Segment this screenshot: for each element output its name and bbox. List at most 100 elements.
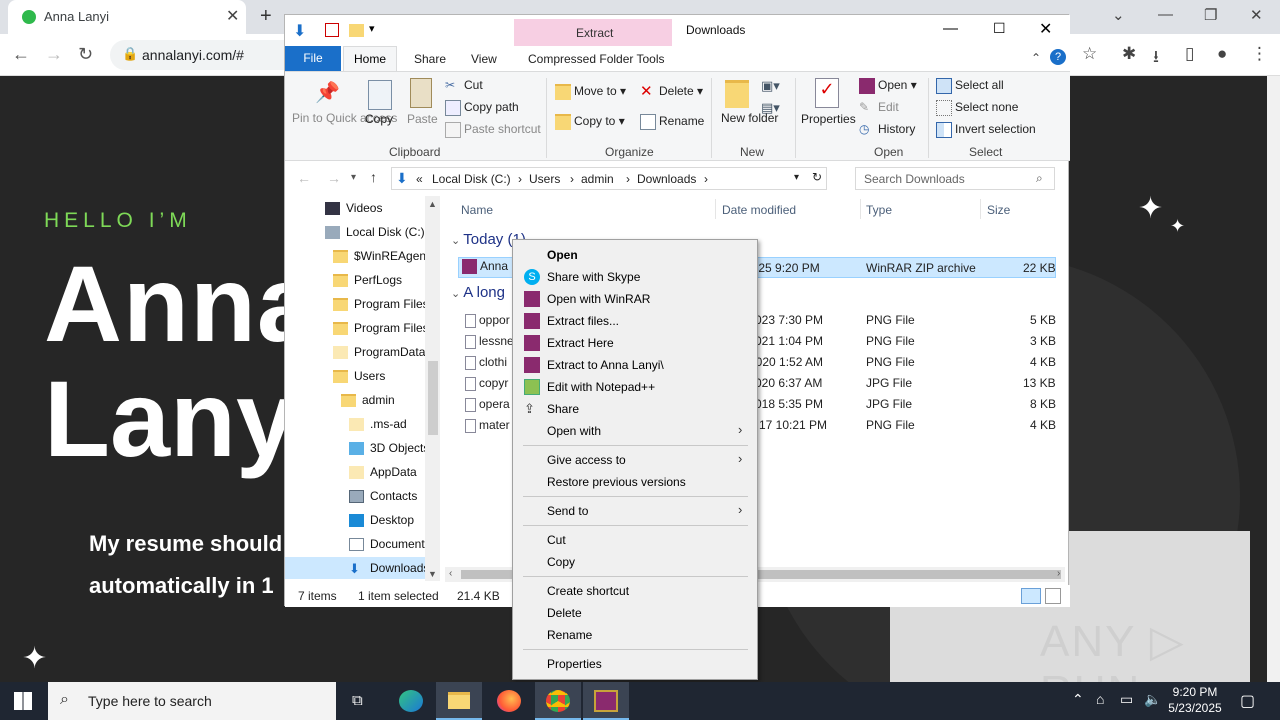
menu-item-share-with-skype[interactable]: S Share with Skype (513, 266, 757, 288)
file-row[interactable]: lessne (465, 334, 514, 349)
column-date-modified[interactable]: Date modified (722, 203, 796, 217)
breadcrumb-chevron-icon[interactable]: › (570, 172, 574, 186)
windows-start-icon[interactable] (14, 692, 32, 710)
open-button[interactable]: Open ▾ (859, 78, 917, 94)
history-button[interactable]: ◷ History (859, 122, 915, 138)
nav-item-users[interactable]: Users (333, 369, 385, 384)
breadcrumb-users[interactable]: Users (529, 172, 560, 186)
menu-item-copy[interactable]: Copy (513, 551, 757, 573)
refresh-icon[interactable]: ↻ (812, 170, 822, 184)
file-row[interactable]: oppor (465, 313, 510, 328)
copy-path-button[interactable]: Copy path (445, 100, 519, 116)
forward-icon[interactable]: → (327, 170, 341, 186)
quick-access-down-icon[interactable]: ⬇ (293, 21, 306, 41)
network-adapter-icon[interactable]: ⌂ (1096, 691, 1104, 707)
easy-access-icon[interactable]: ▤▾ (761, 100, 780, 116)
menu-item-send-to[interactable]: Send to › (513, 500, 757, 522)
network-icon[interactable]: ▭ (1120, 691, 1133, 708)
scroll-left-icon[interactable]: ‹ (449, 568, 452, 579)
column-name[interactable]: Name (461, 203, 493, 217)
minimize-icon[interactable]: — (1158, 6, 1173, 23)
restore-icon[interactable]: ❐ (1204, 6, 1217, 24)
tab-compressed-folder-tools[interactable]: Compressed Folder Tools (528, 52, 665, 66)
menu-item-open[interactable]: Open (513, 244, 757, 266)
column-divider[interactable] (715, 199, 716, 219)
nav-item-downloads[interactable]: ⬇ Downloads (349, 561, 429, 575)
menu-item-properties[interactable]: Properties (513, 653, 757, 675)
taskbar-search-box[interactable]: ⌕ Type here to search (48, 682, 336, 720)
menu-item-extract-here[interactable]: Extract Here (513, 332, 757, 354)
tab-share[interactable]: Share (414, 52, 446, 66)
breadcrumb-chevron-icon[interactable]: › (704, 172, 708, 186)
breadcrumb-chevron-icon[interactable]: › (626, 172, 630, 186)
new-tab-button[interactable]: + (260, 5, 272, 28)
menu-icon[interactable]: ⋮ (1251, 44, 1268, 64)
new-folder-button[interactable]: New folder (721, 112, 778, 125)
properties-qa-icon[interactable] (325, 23, 339, 37)
scroll-right-icon[interactable]: › (1057, 568, 1060, 579)
close-icon[interactable]: ✕ (1039, 19, 1052, 39)
menu-item-extract-files[interactable]: Extract files... (513, 310, 757, 332)
invert-selection-button[interactable]: Invert selection (936, 122, 1036, 138)
show-hidden-icons-icon[interactable]: ⌃ (1072, 691, 1084, 708)
address-bar[interactable]: 🔒 annalanyi.com/# (110, 40, 310, 70)
tab-home[interactable]: Home (343, 46, 397, 72)
breadcrumb-chevron-icon[interactable]: › (518, 172, 522, 186)
tab-search-icon[interactable]: ⌄ (1112, 6, 1125, 24)
system-clock[interactable]: 9:20 PM 5/23/2025 (1160, 684, 1230, 716)
column-divider[interactable] (860, 199, 861, 219)
taskbar-file-explorer[interactable] (436, 682, 482, 720)
menu-item-rename[interactable]: Rename (513, 624, 757, 646)
copy-to-button[interactable]: Copy to ▾ (555, 114, 625, 130)
nav-item-local-disk[interactable]: Local Disk (C:) (325, 225, 425, 240)
file-name-anna[interactable]: Anna (462, 259, 508, 275)
address-bar[interactable]: ⬇ « Local Disk (C:) › Users › admin › Do… (391, 167, 827, 190)
menu-item-share[interactable]: ⇪ Share (513, 398, 757, 420)
scroll-down-icon[interactable]: ▼ (428, 569, 437, 579)
maximize-icon[interactable]: ☐ (993, 20, 1006, 37)
column-size[interactable]: Size (987, 203, 1010, 217)
new-folder-qa-icon[interactable] (349, 24, 364, 37)
task-view-button[interactable]: ⧉ (337, 682, 383, 720)
taskbar-winrar[interactable] (583, 682, 629, 720)
group-header-a-long-time-ago[interactable]: ⌄ A long (451, 284, 505, 301)
paste-button[interactable]: Paste (407, 112, 438, 126)
menu-item-open-with[interactable]: Open with › (513, 420, 757, 442)
back-icon[interactable]: ← (297, 170, 311, 186)
extract-context-label[interactable]: Extract (576, 26, 613, 40)
help-icon[interactable]: ? (1050, 49, 1066, 65)
side-panel-icon[interactable]: ▯ (1185, 44, 1194, 64)
breadcrumb-local-disk[interactable]: Local Disk (C:) (432, 172, 511, 186)
rename-button[interactable]: Rename (640, 114, 704, 130)
search-input[interactable]: Search Downloads ⌕ (855, 167, 1055, 190)
select-all-button[interactable]: Select all (936, 78, 1004, 94)
tab-close-icon[interactable]: ✕ (226, 6, 239, 26)
recent-locations-icon[interactable]: ▾ (351, 172, 356, 183)
nav-item-documents[interactable]: Documents (349, 537, 431, 552)
address-dropdown-icon[interactable]: ▾ (794, 172, 799, 183)
nav-item-ms-ad[interactable]: .ms-ad (349, 417, 407, 432)
qa-customize-icon[interactable]: ▾ (369, 22, 375, 35)
menu-item-cut[interactable]: Cut (513, 529, 757, 551)
downloads-icon[interactable]: ⭳ (1153, 44, 1159, 73)
paste-shortcut-button[interactable]: Paste shortcut (445, 122, 541, 138)
tab-view[interactable]: View (471, 52, 497, 66)
menu-item-create-shortcut[interactable]: Create shortcut (513, 580, 757, 602)
breadcrumb-admin[interactable]: admin (581, 172, 614, 186)
menu-item-restore-previous-versions[interactable]: Restore previous versions (513, 471, 757, 493)
nav-item-winreagent[interactable]: $WinREAgent (333, 249, 429, 264)
nav-item-appdata[interactable]: AppData (349, 465, 417, 480)
ribbon-collapse-icon[interactable]: ⌃ (1031, 51, 1041, 65)
profile-icon[interactable]: ● (1217, 44, 1227, 64)
nav-item-program-files[interactable]: Program Files (333, 297, 429, 312)
notifications-icon[interactable]: ▢ (1240, 691, 1255, 711)
column-divider[interactable] (980, 199, 981, 219)
nav-item-admin[interactable]: admin (341, 393, 395, 408)
nav-item-perflogs[interactable]: PerfLogs (333, 273, 402, 288)
properties-button[interactable]: Properties (801, 112, 856, 126)
nav-item-program-files-x86[interactable]: Program Files (333, 321, 429, 336)
file-row[interactable]: clothi (465, 355, 507, 370)
cut-button[interactable]: ✂ Cut (445, 78, 483, 94)
file-row[interactable]: copyr (465, 376, 508, 391)
nav-item-programdata[interactable]: ProgramData (333, 345, 425, 360)
